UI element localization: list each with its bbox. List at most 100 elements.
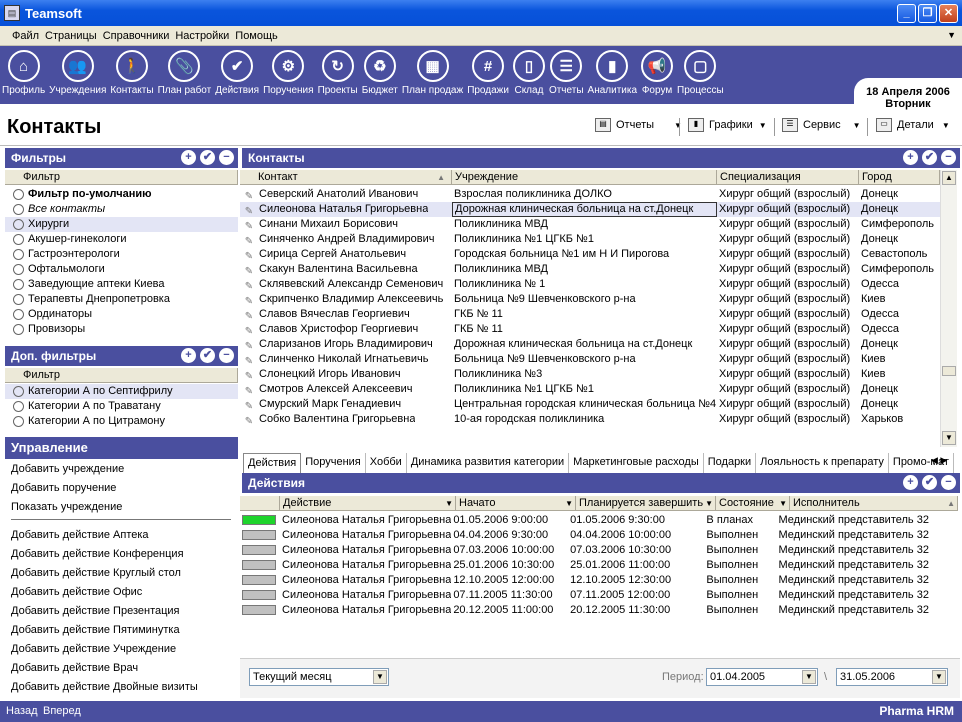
filter-item[interactable]: Хирурги — [5, 217, 238, 232]
management-link[interactable]: Добавить поручение — [11, 480, 116, 496]
filter-column[interactable]: Фильтр — [5, 170, 238, 184]
menu-pages[interactable]: Страницы — [45, 30, 97, 42]
scroll-thumb[interactable] — [942, 366, 956, 376]
table-row[interactable]: ✎ Сларизанов Игорь Владимирович Дорожная к… — [240, 337, 940, 352]
dropdown-icon[interactable]: ▼ — [802, 670, 816, 684]
date-from-picker[interactable]: 01.04.2005 ▼ — [706, 668, 818, 686]
toolbar-gears-button[interactable]: ⚙ Поручения — [261, 46, 316, 104]
toolbar-box-button[interactable]: ▢ Процессы — [675, 46, 726, 104]
remove-icon[interactable]: − — [219, 150, 234, 165]
tab-0[interactable]: Действия — [243, 453, 302, 473]
executor-column[interactable]: Исполнитель ▲ — [790, 496, 958, 510]
filter-item[interactable]: Все контакты — [5, 202, 238, 217]
details-button[interactable]: ▭ Детали ▼ — [876, 118, 950, 132]
tab-5[interactable]: Подарки — [704, 453, 757, 473]
add-icon[interactable]: + — [903, 150, 918, 165]
filter-item[interactable]: Терапевты Днепропетровка — [5, 292, 238, 307]
check-icon[interactable]: ✔ — [200, 348, 215, 363]
state-column[interactable]: Состояние ▼ — [716, 496, 790, 510]
table-row[interactable]: ✎ Собко Валентина Григорьевна 10-ая городс… — [240, 412, 940, 427]
toolbar-home-button[interactable]: ⌂ Профиль — [0, 46, 47, 104]
toolbar-paperclip-button[interactable]: 📎 План работ — [156, 46, 214, 104]
add-icon[interactable]: + — [903, 475, 918, 490]
status-color-column[interactable] — [240, 496, 280, 510]
minimize-button[interactable]: _ — [897, 4, 916, 23]
charts-button[interactable]: ▮ Графики ▼ — [688, 118, 767, 132]
filter-item[interactable]: Фильтр по-умолчанию — [5, 187, 238, 202]
management-link[interactable]: Показать учреждение — [11, 499, 122, 515]
close-button[interactable]: ✕ — [939, 4, 958, 23]
dropdown-icon[interactable]: ▼ — [705, 496, 713, 510]
add-icon[interactable]: + — [181, 348, 196, 363]
remove-icon[interactable]: − — [941, 475, 956, 490]
table-row[interactable]: ✎ Смотров Алексей Алексеевич Поликлиника №… — [240, 382, 940, 397]
forward-link[interactable]: Вперед — [43, 701, 81, 722]
toolbar-document-button[interactable]: ☰ Отчеты — [547, 46, 586, 104]
scroll-down-icon[interactable]: ▼ — [942, 431, 956, 445]
table-row[interactable]: ✎ Славов Христофор Георгиевич ГКБ № 11 Хиру… — [240, 322, 940, 337]
filter-item[interactable]: Ординаторы — [5, 307, 238, 322]
filter-item[interactable]: Заведующие аптеки Киева — [5, 277, 238, 292]
table-row[interactable]: Силеонова Наталья Григорьевна 20.12.2005 … — [240, 603, 940, 618]
filter-item[interactable]: Гастроэнтерологи — [5, 247, 238, 262]
city-column[interactable]: Город — [859, 170, 940, 184]
table-row[interactable]: ✎ Синяченко Андрей Владимирович Поликлиник… — [240, 232, 940, 247]
started-column[interactable]: Начато ▼ — [456, 496, 576, 510]
dropdown-icon[interactable]: ▼ — [373, 670, 387, 684]
table-row[interactable]: ✎ Скрипченко Владимир Алексеевичь Больница… — [240, 292, 940, 307]
toolbar-megaphone-button[interactable]: 📢 Форум — [639, 46, 675, 104]
menu-help[interactable]: Помощь — [235, 30, 278, 42]
management-link[interactable]: Добавить учреждение — [11, 461, 124, 477]
table-row[interactable]: ✎ Скакун Валентина Васильевна Поликлиника … — [240, 262, 940, 277]
management-action-link[interactable]: Добавить действие Офис — [11, 584, 142, 600]
management-action-link[interactable]: Добавить действие Круглый стол — [11, 565, 181, 581]
contacts-scrollbar[interactable]: ▲ ▼ — [940, 170, 957, 447]
table-row[interactable]: ✎ Синани Михаил Борисович Поликлиника МВД Х… — [240, 217, 940, 232]
toolbar-checkmark-button[interactable]: ✔ Действия — [213, 46, 261, 104]
table-row[interactable]: Силеонова Наталья Григорьевна 07.11.2005 … — [240, 588, 940, 603]
table-row[interactable]: ✎ Северский Анатолий Иванович Взрослая пол… — [240, 187, 940, 202]
add-icon[interactable]: + — [181, 150, 196, 165]
contact-column[interactable]: Контакт ▲ — [240, 170, 452, 184]
action-column[interactable]: Действие ▼ — [280, 496, 456, 510]
period-select[interactable]: Текущий месяц ▼ — [249, 668, 389, 686]
dropdown-icon[interactable]: ▼ — [445, 496, 453, 510]
menu-chevron-icon[interactable]: ▼ — [947, 30, 956, 40]
management-action-link[interactable]: Добавить действие Врач — [11, 660, 138, 676]
planned-end-column[interactable]: Планируется завершить ▼ — [576, 496, 716, 510]
institution-column[interactable]: Учреждение — [452, 170, 717, 184]
extra-filter-column[interactable]: Фильтр — [5, 368, 238, 382]
remove-icon[interactable]: − — [219, 348, 234, 363]
extra-filter-item[interactable]: Категории А по Септифрилу — [5, 384, 238, 399]
table-row[interactable]: Силеонова Наталья Григорьевна 01.05.2006 … — [240, 513, 940, 528]
filter-item[interactable]: Провизоры — [5, 322, 238, 337]
toolbar-grid-button[interactable]: ▦ План продаж — [400, 46, 465, 104]
management-action-link[interactable]: Добавить действие Аптека — [11, 527, 149, 543]
dropdown-icon[interactable]: ▼ — [779, 496, 787, 510]
tab-2[interactable]: Хобби — [366, 453, 407, 473]
table-row[interactable]: Силеонова Наталья Григорьевна 07.03.2006 … — [240, 543, 940, 558]
management-action-link[interactable]: Добавить действие Двойные визиты — [11, 679, 198, 695]
service-button[interactable]: ☰ Сервис ▼ — [782, 118, 861, 132]
toolbar-people-button[interactable]: 👥 Учреждения — [47, 46, 108, 104]
toolbar-hash-button[interactable]: # Продажи — [465, 46, 511, 104]
tab-4[interactable]: Маркетинговые расходы — [569, 453, 704, 473]
tab-1[interactable]: Поручения — [301, 453, 366, 473]
management-action-link[interactable]: Добавить действие Конференция — [11, 546, 184, 562]
table-row[interactable]: ✎ Слинченко Николай Игнатьевичь Больница №… — [240, 352, 940, 367]
table-row[interactable]: ✎ Силеонова Наталья Григорьевна Дорожная к… — [240, 202, 940, 217]
table-row[interactable]: ✎ Слонецкий Игорь Иванович Поликлиника №3 Х… — [240, 367, 940, 382]
table-row[interactable]: Силеонова Наталья Григорьевна 12.10.2005 … — [240, 573, 940, 588]
table-row[interactable]: ✎ Славов Вячеслав Георгиевич ГКБ № 11 Хирур… — [240, 307, 940, 322]
toolbar-bar-chart-button[interactable]: ▮ Аналитика — [586, 46, 640, 104]
management-action-link[interactable]: Добавить действие Пятиминутка — [11, 622, 180, 638]
date-to-picker[interactable]: 31.05.2006 ▼ — [836, 668, 948, 686]
filter-item[interactable]: Офтальмологи — [5, 262, 238, 277]
toolbar-person-button[interactable]: 🚶 Контакты — [108, 46, 155, 104]
tab-6[interactable]: Лояльность к препарату — [756, 453, 889, 473]
table-row[interactable]: ✎ Смурский Марк Генадиевич Центральная гор… — [240, 397, 940, 412]
table-row[interactable]: ✎ Сирица Сергей Анатольевич Городская боль… — [240, 247, 940, 262]
check-icon[interactable]: ✔ — [922, 475, 937, 490]
management-action-link[interactable]: Добавить действие Презентация — [11, 603, 180, 619]
check-icon[interactable]: ✔ — [200, 150, 215, 165]
